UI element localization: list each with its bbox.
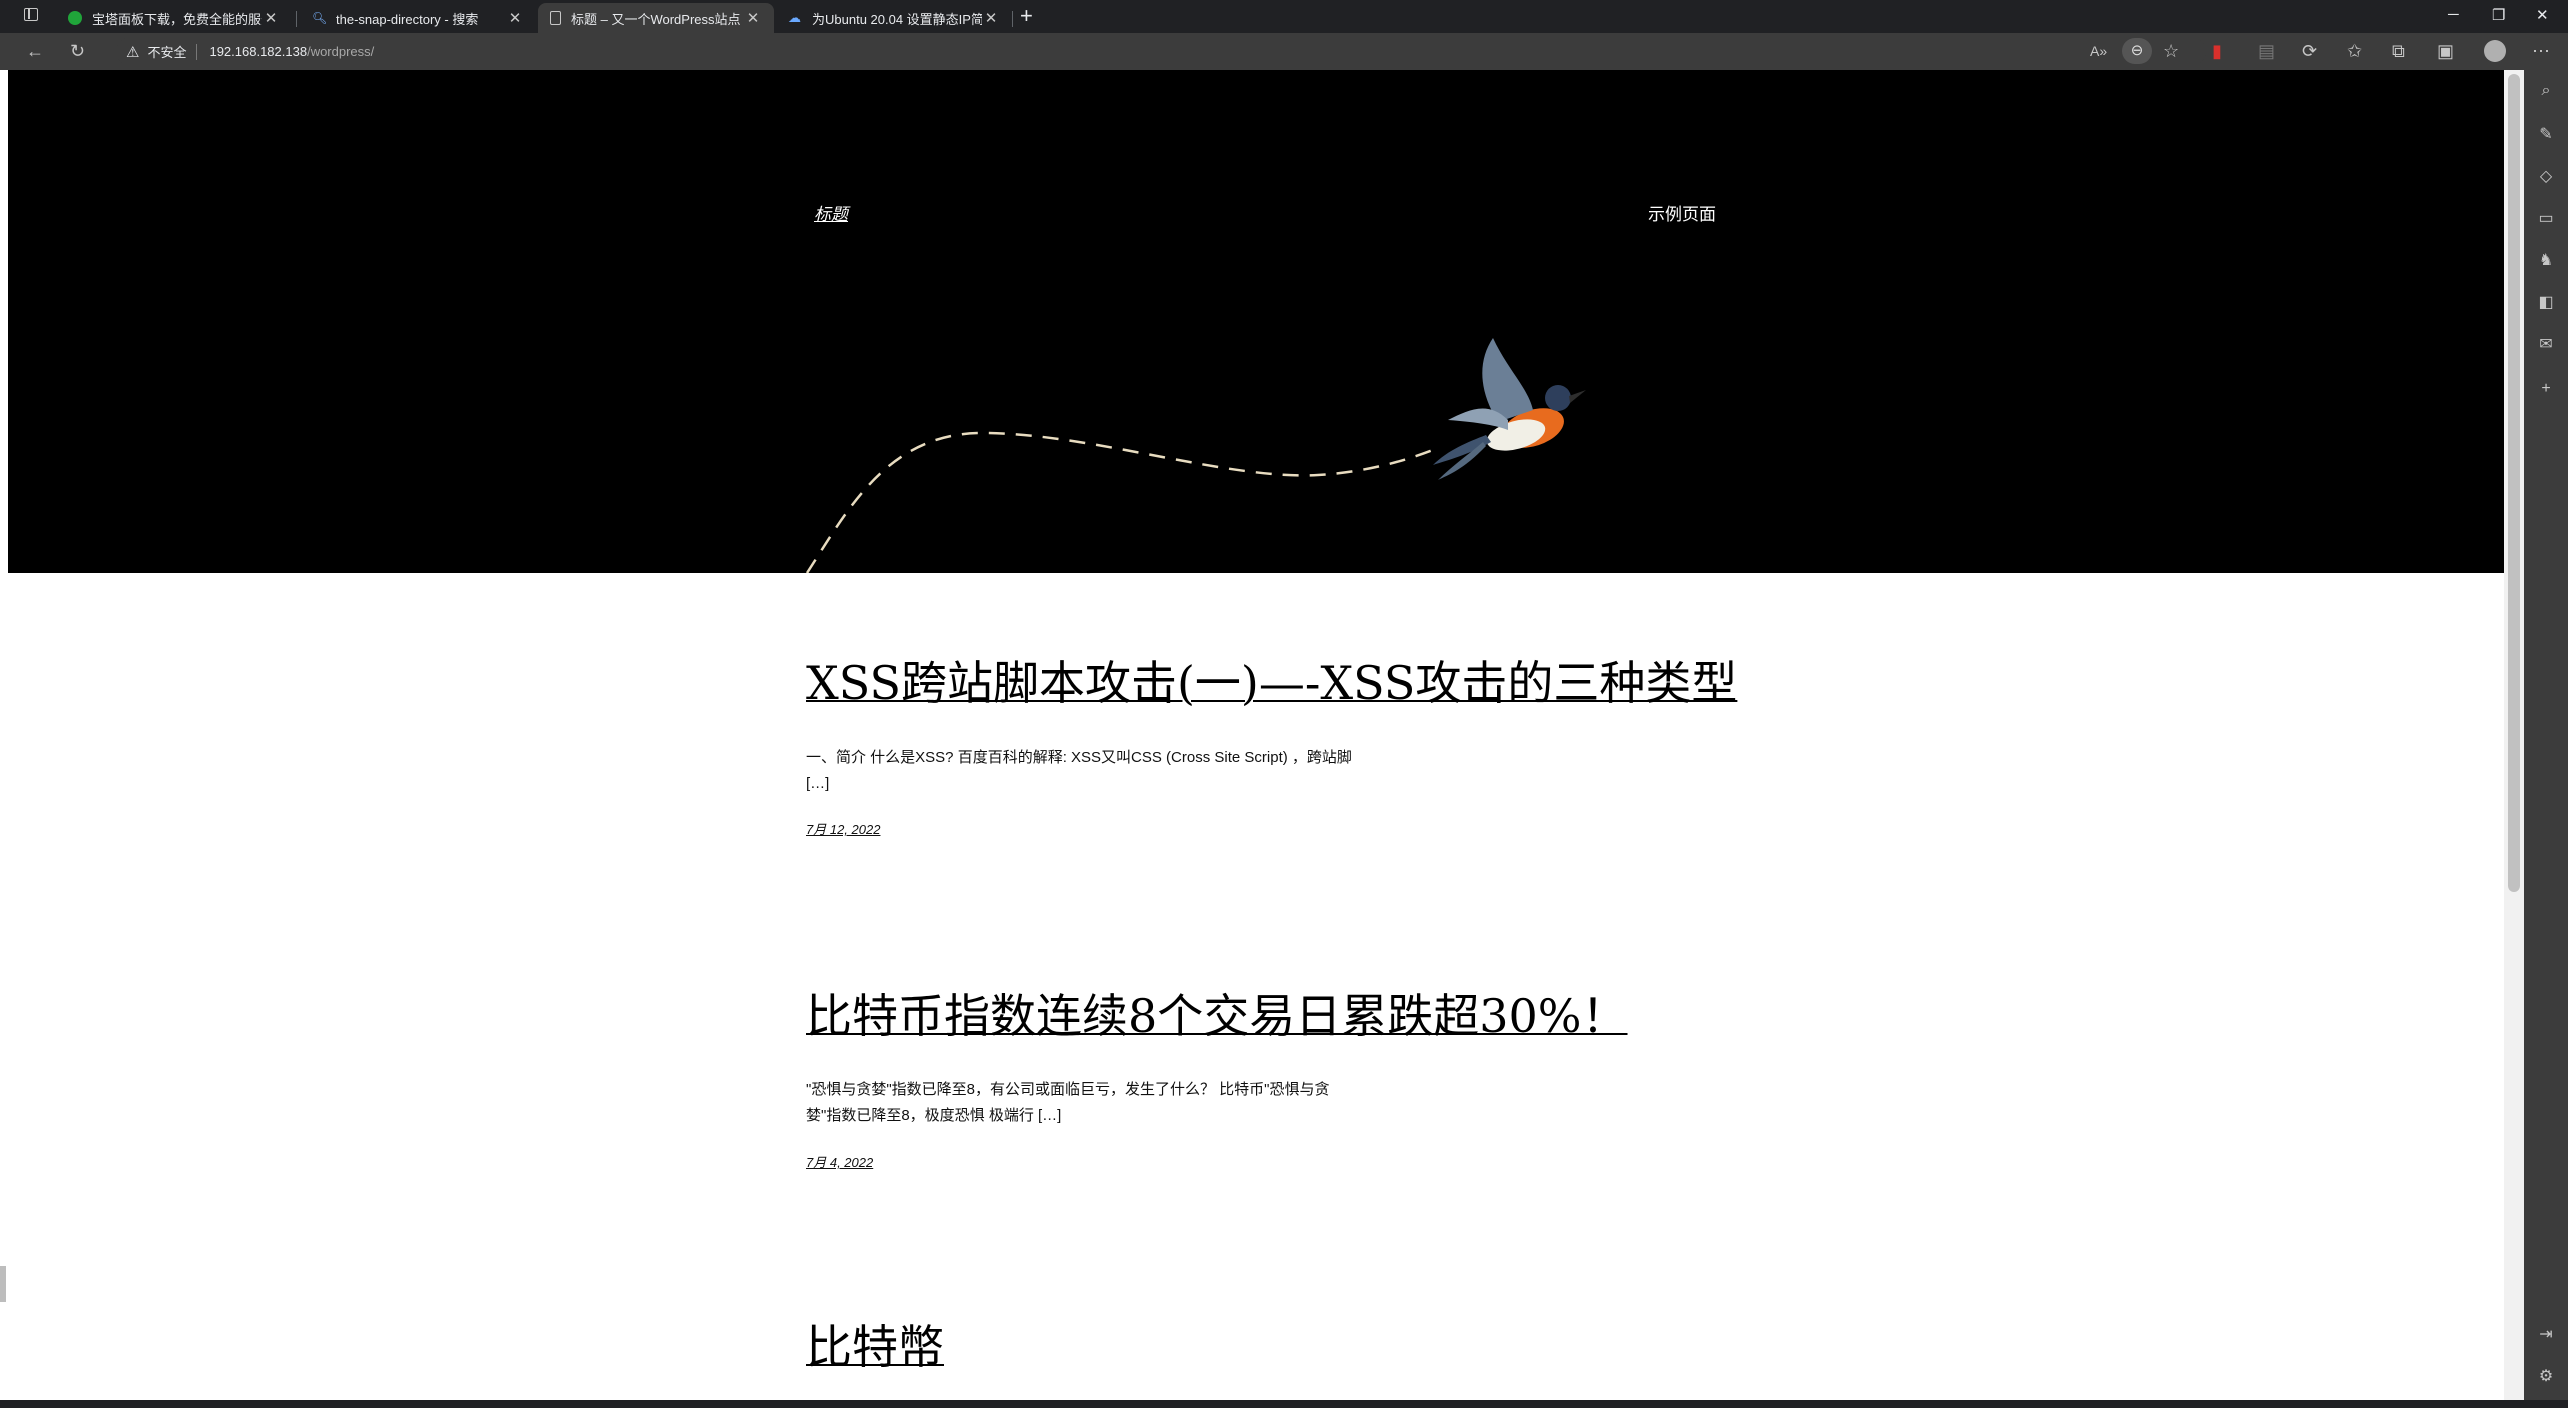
search-favicon-icon: 🔍︎ bbox=[312, 11, 328, 25]
address-bar[interactable]: ⚠ 不安全 192.168.182.138 /wordpress/ bbox=[116, 37, 2206, 66]
back-arrow-icon[interactable]: ← bbox=[26, 41, 44, 61]
tab-ubuntu[interactable]: ☁ 为Ubuntu 20.04 设置静态IP简明 ✕ bbox=[776, 3, 1012, 33]
zoom-icon[interactable]: ⊖ bbox=[2122, 38, 2152, 64]
add-icon[interactable]: + bbox=[2537, 380, 2555, 398]
tab-strip: 宝塔面板下载，免费全能的服务器 ✕ 🔍︎ the-snap-directory … bbox=[0, 0, 2568, 33]
collapse-sidebar-icon[interactable]: ⇥ bbox=[2537, 1324, 2555, 1344]
page-edge-handle bbox=[0, 1266, 6, 1302]
excerpt-more[interactable]: […] bbox=[806, 771, 1396, 797]
page-favicon-icon bbox=[550, 11, 561, 25]
search-icon[interactable]: ⌕ bbox=[2537, 82, 2555, 100]
tab-title: 宝塔面板下载，免费全能的服务器 bbox=[92, 11, 262, 27]
edge-sidebar: ⌕ ✎ ◇ ▭ ♞ ◧ ✉ + ⇥ ⚙ bbox=[2524, 70, 2568, 1408]
address-divider bbox=[196, 43, 198, 60]
restore-button[interactable]: ❐ bbox=[2492, 6, 2505, 24]
refresh-icon[interactable]: ↻ bbox=[70, 41, 85, 61]
collections-icon[interactable]: ⧉ bbox=[2392, 41, 2405, 61]
post-date[interactable]: 7月 4, 2022 bbox=[806, 1152, 873, 1171]
close-icon[interactable]: ✕ bbox=[744, 9, 762, 27]
post-title[interactable]: 比特幣 bbox=[806, 1311, 944, 1377]
outlook-icon[interactable]: ✉ bbox=[2537, 334, 2555, 354]
swallow-bird-icon bbox=[1433, 338, 1586, 480]
close-icon[interactable]: ✕ bbox=[262, 9, 280, 27]
avatar[interactable] bbox=[2484, 40, 2506, 62]
tab-title: 为Ubuntu 20.04 设置静态IP简明 bbox=[812, 11, 982, 27]
excerpt-line[interactable]: 婪"指数已降至8，极度恐惧 极端行 […] bbox=[806, 1103, 1396, 1129]
window-close-button[interactable]: ✕ bbox=[2536, 6, 2549, 24]
page-viewport: 标题 示例页面 XSS跨站脚本攻击(一)—-XSS攻击的三种类型 一、简介 什么… bbox=[0, 70, 2504, 1400]
tab-divider bbox=[1012, 11, 1013, 27]
close-icon[interactable]: ✕ bbox=[506, 9, 524, 27]
collections-extension-icon[interactable]: ▤ bbox=[2258, 41, 2275, 61]
gear-icon[interactable]: ⚙ bbox=[2537, 1366, 2555, 1386]
cloud-favicon-icon: ☁ bbox=[788, 10, 801, 25]
post-date[interactable]: 7月 12, 2022 bbox=[806, 819, 880, 838]
post-excerpt: 一、简介 什么是XSS? 百度百科的解释: XSS又叫CSS (Cross Si… bbox=[806, 745, 1396, 797]
close-icon[interactable]: ✕ bbox=[982, 9, 1000, 27]
tab-search[interactable]: 🔍︎ the-snap-directory - 搜索 ✕ bbox=[300, 3, 536, 33]
url-host: 192.168.182.138 bbox=[209, 44, 308, 59]
url-path: /wordpress/ bbox=[307, 44, 375, 59]
site-header-hero: 标题 示例页面 bbox=[8, 70, 2504, 573]
extension-icon[interactable]: ▮ bbox=[2212, 41, 2222, 61]
toolbox-icon[interactable]: ▭ bbox=[2537, 208, 2555, 228]
games-icon[interactable]: ♞ bbox=[2537, 250, 2555, 270]
security-label: 不安全 bbox=[147, 45, 187, 60]
excerpt-line: "恐惧与贪婪"指数已降至8，有公司或面临巨亏，发生了什么？ 比特币"恐惧与贪 bbox=[806, 1081, 1330, 1098]
post-title[interactable]: 比特币指数连续8个交易日累跌超30%！ bbox=[806, 980, 1628, 1046]
bird-illustration bbox=[805, 338, 1586, 573]
site-title[interactable]: 标题 bbox=[814, 200, 848, 225]
more-menu-icon[interactable]: ⋯ bbox=[2532, 41, 2550, 61]
scrollbar-thumb[interactable] bbox=[2508, 74, 2520, 892]
tab-wordpress[interactable]: 标题 – 又一个WordPress站点 ✕ bbox=[538, 3, 774, 33]
new-tab-button[interactable]: + bbox=[1020, 3, 1033, 29]
nav-link-sample-page[interactable]: 示例页面 bbox=[1648, 200, 1716, 225]
minimize-button[interactable]: ─ bbox=[2448, 6, 2459, 23]
tab-title: 标题 – 又一个WordPress站点 bbox=[571, 11, 741, 27]
tag-icon[interactable]: ◇ bbox=[2537, 166, 2555, 186]
browser-toolbar: ← ↻ ⚠ 不安全 192.168.182.138 /wordpress/ A»… bbox=[0, 33, 2568, 70]
read-aloud-icon[interactable]: A» bbox=[2090, 41, 2107, 61]
post-title[interactable]: XSS跨站脚本攻击(一)—-XSS攻击的三种类型 bbox=[806, 647, 1737, 713]
sync-icon[interactable]: ⟳ bbox=[2302, 41, 2317, 61]
warning-icon: ⚠ bbox=[126, 43, 140, 61]
tab-bt-panel[interactable]: 宝塔面板下载，免费全能的服务器 ✕ bbox=[56, 3, 292, 33]
bt-panel-favicon-icon bbox=[68, 11, 82, 25]
add-favorite-icon[interactable]: ☆ bbox=[2163, 41, 2179, 61]
tab-actions-icon[interactable] bbox=[24, 8, 38, 21]
excerpt-line: 一、简介 什么是XSS? 百度百科的解释: XSS又叫CSS (Cross Si… bbox=[806, 749, 1352, 766]
post-excerpt: "恐惧与贪婪"指数已降至8，有公司或面临巨亏，发生了什么？ 比特币"恐惧与贪 婪… bbox=[806, 1077, 1396, 1129]
office-icon[interactable]: ◧ bbox=[2537, 292, 2555, 312]
page-edge-strip bbox=[0, 370, 8, 580]
tab-title: the-snap-directory - 搜索 bbox=[336, 11, 479, 27]
tab-divider bbox=[296, 11, 297, 27]
taskbar-edge bbox=[0, 1400, 2568, 1408]
pen-icon[interactable]: ✎ bbox=[2537, 124, 2555, 144]
browser-essentials-icon[interactable]: ▣ bbox=[2437, 41, 2454, 61]
favorites-icon[interactable]: ✩ bbox=[2347, 41, 2362, 61]
